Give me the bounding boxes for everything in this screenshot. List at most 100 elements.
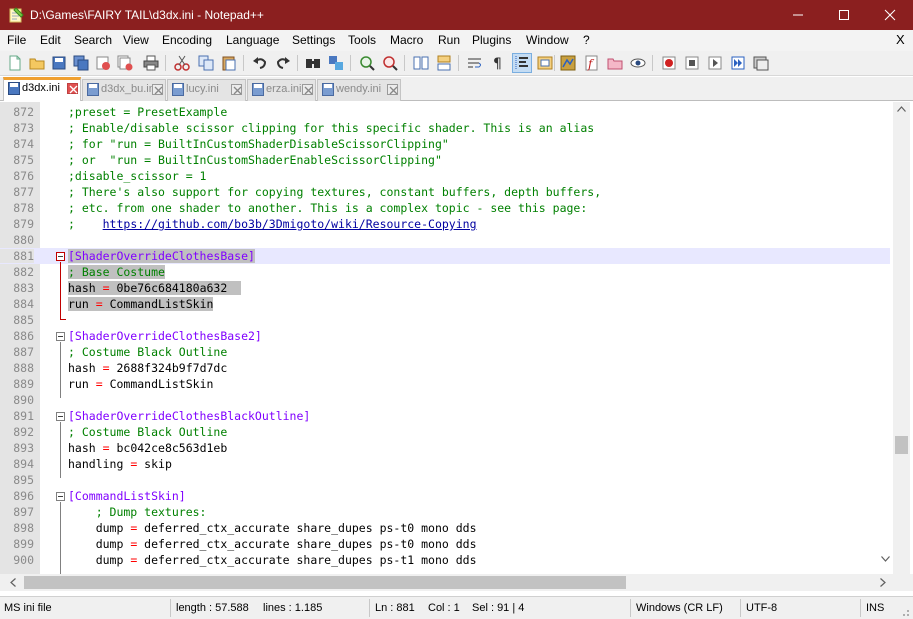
user-language-button[interactable]: [536, 54, 554, 72]
undo-button[interactable]: [251, 54, 269, 72]
line-text: run = CommandListSkin: [68, 377, 214, 391]
fold-toggle[interactable]: [56, 492, 65, 501]
menu-macro[interactable]: Macro: [390, 33, 423, 47]
menu-plugins[interactable]: Plugins: [472, 33, 511, 47]
function-list-button[interactable]: f: [583, 54, 601, 72]
zoom-out-button[interactable]: [381, 54, 399, 72]
menu-language[interactable]: Language: [226, 33, 279, 47]
undo-icon: [253, 57, 267, 69]
minimize-button[interactable]: [775, 0, 821, 30]
notepad-plus-plus-app-icon: [9, 7, 24, 23]
monitoring-button[interactable]: [629, 54, 647, 72]
line-text: ; etc. from one shader to another. This …: [68, 201, 588, 215]
close-window-button[interactable]: [867, 0, 913, 30]
close-document-button[interactable]: X: [896, 32, 905, 47]
find-button[interactable]: [304, 54, 322, 72]
copy-button[interactable]: [197, 54, 215, 72]
resize-grip-icon[interactable]: [900, 607, 910, 617]
tab-d3dx-bu-ini[interactable]: d3dx_bu.ini: [82, 79, 166, 101]
menu-tools[interactable]: Tools: [348, 33, 376, 47]
fold-toggle[interactable]: [56, 332, 65, 341]
indent-guide-button[interactable]: [512, 53, 532, 73]
menu-help[interactable]: ?: [583, 33, 590, 47]
title-bar[interactable]: D:\Games\FAIRY TAIL\d3dx.ini - Notepad++: [0, 0, 913, 30]
status-separator: [630, 599, 631, 617]
sync-horizontal-button[interactable]: [435, 54, 453, 72]
tab-wendy-ini[interactable]: wendy.ini: [317, 79, 401, 101]
line-number: 893: [13, 441, 34, 455]
fold-toggle[interactable]: [56, 252, 65, 261]
menu-search[interactable]: Search: [74, 33, 112, 47]
section-header: [ShaderOverrideClothesBase2]: [68, 329, 262, 343]
toolbar-separator: [350, 55, 351, 71]
sync-vertical-button[interactable]: [412, 54, 430, 72]
vertical-scroll-thumb[interactable]: [895, 436, 908, 454]
text-editor[interactable]: 872 ;preset = PresetExample 873 ; Enable/d…: [0, 102, 893, 574]
save-macro-button[interactable]: [752, 54, 770, 72]
tab-close-button[interactable]: [152, 84, 163, 95]
scroll-up-arrow-icon[interactable]: [897, 106, 906, 112]
tab-close-button[interactable]: [231, 84, 242, 95]
status-column: Col : 1: [428, 602, 460, 614]
line-text: ; or "run = BuiltInCustomShaderEnableSci…: [68, 153, 442, 167]
playback-macro-button[interactable]: [706, 54, 724, 72]
code-line: 883 hash = 0be76c684180a632: [0, 280, 890, 296]
word-wrap-button[interactable]: [466, 54, 484, 72]
menu-edit[interactable]: Edit: [40, 33, 61, 47]
save-all-button[interactable]: [72, 54, 90, 72]
save-button[interactable]: [50, 54, 68, 72]
tab-erza-ini[interactable]: erza.ini: [247, 79, 316, 101]
url-link[interactable]: https://github.com/bo3b/3Dmigoto/wiki/Re…: [103, 217, 477, 231]
menu-view[interactable]: View: [123, 33, 149, 47]
code-line: 882 ; Base Costume: [0, 264, 890, 280]
tab-close-button[interactable]: [67, 83, 78, 94]
stop-recording-icon: [685, 56, 699, 70]
stop-recording-button[interactable]: [683, 54, 701, 72]
zoom-in-button[interactable]: [358, 54, 376, 72]
tab-close-button[interactable]: [387, 84, 398, 95]
status-encoding[interactable]: UTF-8: [746, 602, 777, 614]
record-macro-button[interactable]: [660, 54, 678, 72]
redo-button[interactable]: [274, 54, 292, 72]
status-selection: Sel : 91 | 4: [472, 602, 525, 614]
line-number: 879: [13, 217, 34, 231]
tab-d3dx-ini[interactable]: d3dx.ini: [3, 77, 81, 101]
replace-button[interactable]: [327, 54, 345, 72]
menu-run[interactable]: Run: [438, 33, 460, 47]
line-text: ;preset = PresetExample: [68, 105, 228, 119]
vertical-scrollbar[interactable]: [893, 102, 910, 574]
maximize-button[interactable]: [821, 0, 867, 30]
menu-file[interactable]: File: [7, 33, 26, 47]
folder-as-workspace-button[interactable]: [606, 54, 624, 72]
tab-close-button[interactable]: [302, 84, 313, 95]
close-button[interactable]: [94, 54, 112, 72]
cut-button[interactable]: [173, 54, 191, 72]
line-number: 875: [13, 153, 34, 167]
line-number: 890: [13, 393, 34, 407]
new-file-button[interactable]: [6, 54, 24, 72]
line-number: 898: [13, 521, 34, 535]
fold-guide: [60, 262, 61, 320]
paste-button[interactable]: [220, 54, 238, 72]
fold-guide: [60, 342, 61, 398]
horizontal-scrollbar[interactable]: [0, 574, 893, 591]
show-all-characters-button[interactable]: ¶: [489, 54, 507, 72]
horizontal-scroll-thumb[interactable]: [24, 576, 626, 589]
open-file-button[interactable]: [28, 54, 46, 72]
tab-lucy-ini[interactable]: lucy.ini: [167, 79, 246, 101]
menu-settings[interactable]: Settings: [292, 33, 335, 47]
redo-icon: [276, 57, 290, 69]
print-button[interactable]: [142, 54, 160, 72]
scroll-down-arrow-icon[interactable]: [881, 556, 890, 562]
document-map-button[interactable]: [559, 54, 577, 72]
scroll-left-arrow-icon[interactable]: [10, 578, 16, 587]
menu-encoding[interactable]: Encoding: [162, 33, 212, 47]
run-macro-multiple-button[interactable]: [729, 54, 747, 72]
status-insert-mode[interactable]: INS: [866, 602, 884, 614]
status-eol-format[interactable]: Windows (CR LF): [636, 602, 723, 614]
line-number: 899: [13, 537, 34, 551]
menu-window[interactable]: Window: [526, 33, 569, 47]
close-all-button[interactable]: [116, 54, 134, 72]
fold-toggle[interactable]: [56, 412, 65, 421]
scroll-right-arrow-icon[interactable]: [880, 578, 886, 587]
